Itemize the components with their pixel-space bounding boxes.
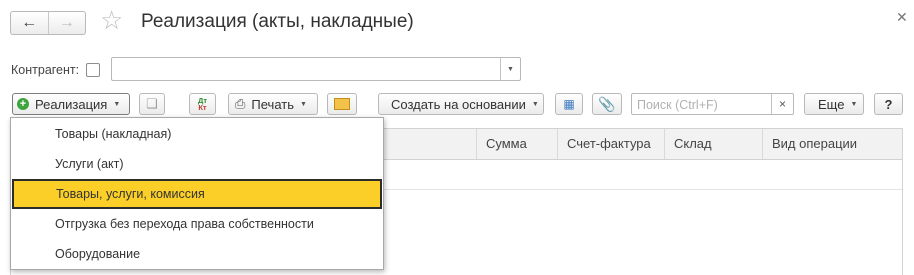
more-label: Еще <box>818 96 845 112</box>
help-label: ? <box>884 96 893 112</box>
create-based-on-button[interactable]: Создать на основании ▼ <box>378 93 544 115</box>
menu-item-shipment-without-ownership[interactable]: Отгрузка без перехода права собственност… <box>11 209 383 239</box>
page-title: Реализация (акты, накладные) <box>141 11 414 32</box>
chevron-down-icon: ▼ <box>531 100 539 108</box>
attachments-button[interactable]: 📎 <box>592 93 622 115</box>
column-header-operation-type[interactable]: Вид операции <box>762 129 902 159</box>
create-based-label: Создать на основании <box>391 96 526 112</box>
search-box: × <box>631 93 794 116</box>
paperclip-icon: 📎 <box>598 95 616 112</box>
structure-button[interactable]: ▦ <box>555 93 583 115</box>
star-icon[interactable]: ☆ <box>100 7 123 33</box>
chevron-down-icon: ▼ <box>300 100 307 108</box>
column-header-invoice[interactable]: Счет-фактура <box>557 129 664 159</box>
contractor-field[interactable]: ▼ <box>111 57 521 81</box>
chevron-down-icon: ▼ <box>850 100 858 108</box>
help-button[interactable]: ? <box>874 93 903 115</box>
clear-icon[interactable]: × <box>771 94 793 114</box>
envelope-icon <box>334 98 350 110</box>
realization-button[interactable]: + Реализация ▼ <box>12 93 130 115</box>
forward-arrow-icon[interactable]: → <box>49 12 86 34</box>
more-button[interactable]: Еще ▼ <box>804 93 864 115</box>
column-header-sum[interactable]: Сумма <box>476 129 557 159</box>
print-button[interactable]: ⎙ Печать ▼ <box>228 93 318 115</box>
menu-item-equipment[interactable]: Оборудование <box>11 239 383 269</box>
email-button[interactable] <box>327 93 357 115</box>
structure-icon: ▦ <box>563 97 575 111</box>
contractor-checkbox[interactable] <box>86 63 100 77</box>
copy-icon: ❏ <box>146 96 158 111</box>
contractor-label: Контрагент: <box>11 63 80 77</box>
menu-item-goods-services-commission[interactable]: Товары, услуги, комиссия <box>12 179 382 209</box>
dtkt-button[interactable]: Дт Кт <box>189 93 216 115</box>
column-header-warehouse[interactable]: Склад <box>664 129 762 159</box>
printer-icon: ⎙ <box>235 96 246 111</box>
chevron-down-icon: ▼ <box>113 100 121 108</box>
navigation-buttons: ← → <box>10 11 86 35</box>
back-arrow-icon[interactable]: ← <box>11 12 49 34</box>
copy-button[interactable]: ❏ <box>139 93 165 115</box>
print-label: Печать <box>251 96 294 112</box>
menu-item-goods-invoice[interactable]: Товары (накладная) <box>11 119 383 149</box>
realization-label: Реализация <box>35 96 108 112</box>
dtkt-bottom-label: Кт <box>198 103 207 112</box>
search-input[interactable] <box>632 94 779 116</box>
menu-item-services-act[interactable]: Услуги (акт) <box>11 149 383 179</box>
chevron-down-icon[interactable]: ▼ <box>500 58 520 80</box>
plus-circle-icon: + <box>17 98 29 110</box>
realization-dropdown-menu: Товары (накладная) Услуги (акт) Товары, … <box>10 117 384 270</box>
close-icon[interactable]: ✕ <box>896 10 908 24</box>
